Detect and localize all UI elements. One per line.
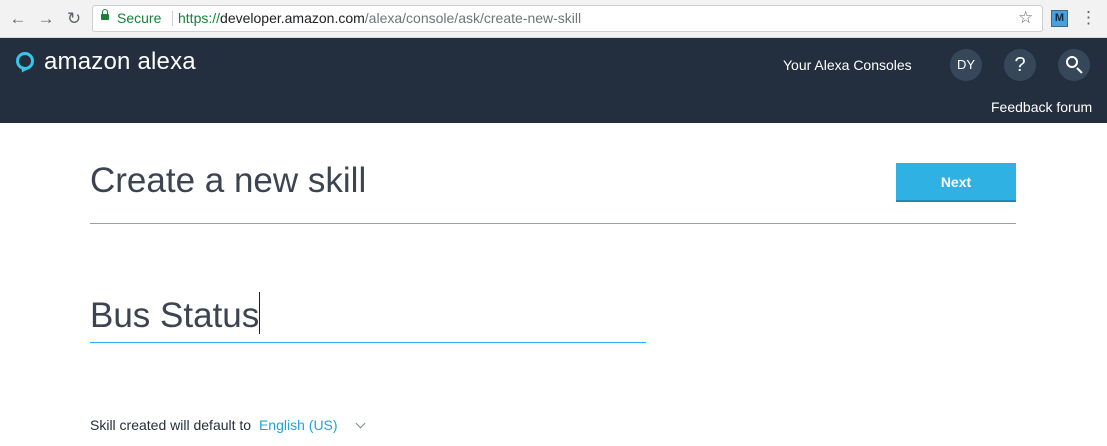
skill-name-underline — [90, 342, 646, 343]
logo-text[interactable]: amazon alexa — [44, 48, 196, 76]
search-button[interactable] — [1058, 49, 1090, 81]
text-caret — [259, 292, 260, 334]
page-title: Create a new skill — [90, 161, 367, 200]
default-language-row: Skill created will default to English (U… — [90, 416, 366, 434]
forward-arrow-icon[interactable]: → — [36, 9, 56, 29]
back-arrow-icon[interactable]: ← — [8, 9, 28, 29]
next-button[interactable]: Next — [896, 163, 1016, 202]
url-text[interactable]: https://developer.amazon.com/alexa/conso… — [178, 6, 581, 31]
browser-menu-icon[interactable]: ⋮ — [1080, 8, 1097, 28]
skill-name-input[interactable] — [90, 290, 646, 342]
help-button[interactable]: ? — [1004, 49, 1036, 81]
bookmark-star-icon[interactable]: ☆ — [1018, 8, 1033, 28]
extension-icon[interactable]: M — [1051, 10, 1068, 27]
browser-toolbar: ← → ↻ Secure https://developer.amazon.co… — [0, 0, 1107, 38]
reload-icon[interactable]: ↻ — [64, 9, 84, 29]
url-host: developer.amazon.com — [220, 10, 365, 26]
address-bar[interactable]: Secure https://developer.amazon.com/alex… — [92, 5, 1043, 32]
alexa-consoles-link[interactable]: Your Alexa Consoles — [783, 56, 912, 74]
alexa-logo-icon — [16, 52, 34, 70]
url-path: /alexa/console/ask/create-new-skill — [364, 10, 582, 26]
address-separator — [172, 11, 173, 26]
url-scheme: https:// — [178, 10, 221, 26]
chevron-down-icon[interactable] — [356, 418, 366, 429]
user-avatar-button[interactable]: DY — [950, 49, 982, 81]
title-divider — [90, 223, 1016, 224]
lock-icon — [101, 9, 109, 20]
alexa-header: amazon alexa Your Alexa Consoles DY ? Fe… — [0, 38, 1107, 123]
search-icon-handle — [1076, 67, 1083, 74]
search-icon — [1066, 56, 1078, 68]
secure-label: Secure — [117, 10, 162, 26]
feedback-forum-link[interactable]: Feedback forum — [991, 98, 1092, 116]
default-language-prefix: Skill created will default to — [90, 417, 252, 433]
language-selector[interactable]: English (US) — [259, 417, 338, 433]
